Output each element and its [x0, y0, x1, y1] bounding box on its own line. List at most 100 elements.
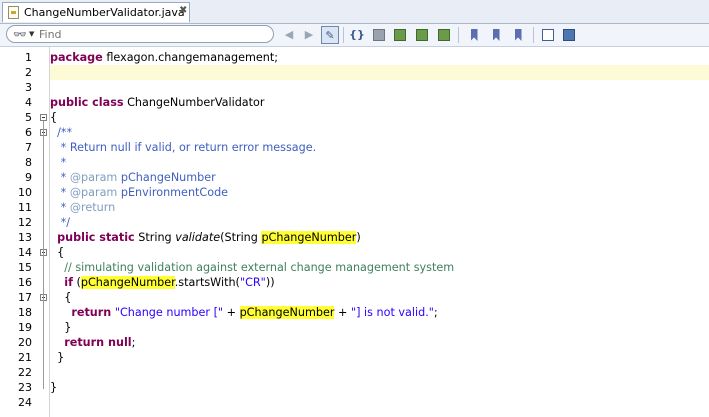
- line-number: 12: [18, 216, 32, 229]
- next-bookmark-icon[interactable]: [509, 26, 527, 44]
- code-line[interactable]: package flexagon.changemanagement;: [50, 50, 709, 65]
- code-token: pChangeNumber: [117, 171, 216, 184]
- code-line[interactable]: * @param pEnvironmentCode: [50, 185, 709, 200]
- code-token: }: [50, 321, 72, 334]
- code-token: *: [50, 201, 70, 214]
- code-line[interactable]: return null;: [50, 335, 709, 350]
- tab-changenumbervalidator[interactable]: ChangeNumberValidator.java ✖: [2, 2, 190, 22]
- toolbar-separator: [533, 27, 534, 43]
- code-token: pEnvironmentCode: [117, 186, 229, 199]
- shift-right-icon[interactable]: [391, 26, 409, 44]
- maximize-window-icon[interactable]: [560, 26, 578, 44]
- code-line[interactable]: // simulating validation against externa…: [50, 260, 709, 275]
- code-line[interactable]: {: [50, 290, 709, 305]
- code-line[interactable]: */: [50, 215, 709, 230]
- code-line[interactable]: public class ChangeNumberValidator: [50, 95, 709, 110]
- code-token: pChangeNumber: [80, 276, 175, 289]
- close-icon[interactable]: ✖: [179, 5, 187, 16]
- code-token: public class: [50, 96, 124, 109]
- code-line[interactable]: * @param pChangeNumber: [50, 170, 709, 185]
- code-line[interactable]: }: [50, 320, 709, 335]
- code-area[interactable]: package flexagon.changemanagement; public…: [50, 47, 709, 417]
- braces-icon[interactable]: {}: [348, 26, 366, 44]
- code-token: @param: [69, 171, 118, 184]
- code-token: (String: [220, 231, 262, 244]
- code-token: ): [356, 231, 361, 244]
- line-number: 22: [18, 366, 32, 379]
- toolbar-separator: [458, 27, 459, 43]
- code-line[interactable]: /**: [50, 125, 709, 140]
- line-number: 2: [25, 66, 32, 79]
- line-number: 23: [18, 381, 32, 394]
- chevron-down-icon[interactable]: ▼: [29, 30, 34, 38]
- code-line[interactable]: * @return: [50, 200, 709, 215]
- shift-left-icon[interactable]: [370, 26, 388, 44]
- code-token: *: [50, 186, 70, 199]
- code-token: flexagon.changemanagement;: [102, 51, 279, 64]
- code-line[interactable]: * Return null if valid, or return error …: [50, 140, 709, 155]
- code-editor[interactable]: 1 2 3 4 5 6 7 8 9 10 11 12 13 14 15 16 17 18 19 20 21 22 23 24 …: [0, 47, 709, 417]
- code-line[interactable]: {: [50, 245, 709, 260]
- code-line[interactable]: }: [50, 380, 709, 395]
- code-token: ChangeNumberValidator: [123, 96, 265, 109]
- fold-guide: [43, 136, 44, 224]
- comment-icon[interactable]: [413, 26, 431, 44]
- line-number: 10: [18, 186, 32, 199]
- code-token: (: [72, 276, 81, 289]
- line-number-gutter: 1 2 3 4 5 6 7 8 9 10 11 12 13 14 15 16 17 18 19 20 21 22 23 24: [0, 47, 36, 417]
- code-line[interactable]: [50, 395, 709, 410]
- code-token: public static: [57, 231, 135, 244]
- toolbar-separator: [343, 27, 344, 43]
- find-input[interactable]: [39, 27, 269, 41]
- split-window-icon[interactable]: [539, 26, 557, 44]
- code-token: *: [50, 171, 70, 184]
- code-token: // simulating validation against externa…: [64, 261, 455, 274]
- fold-collapse-icon[interactable]: [40, 114, 47, 121]
- code-line[interactable]: [50, 65, 709, 80]
- code-token: ;: [131, 336, 136, 349]
- line-number: 8: [25, 156, 32, 169]
- code-line[interactable]: [50, 80, 709, 95]
- line-number: 18: [18, 306, 32, 319]
- code-token: "] is not valid.": [350, 306, 434, 319]
- line-number: 20: [18, 336, 32, 349]
- code-token: return null: [64, 336, 132, 349]
- code-line[interactable]: [50, 365, 709, 380]
- previous-bookmark-icon[interactable]: [487, 26, 505, 44]
- code-token: * Return null if valid, or return error …: [50, 141, 317, 154]
- line-number: 9: [25, 171, 32, 184]
- code-token: {: [50, 291, 72, 304]
- code-token: String: [134, 231, 176, 244]
- code-line[interactable]: {: [50, 110, 709, 125]
- line-number: 5: [25, 111, 32, 124]
- code-token: }: [50, 381, 58, 394]
- code-token: pChangeNumber: [239, 306, 335, 319]
- line-number: 15: [18, 261, 32, 274]
- java-file-icon: [8, 6, 19, 19]
- code-line[interactable]: return "Change number [" + pChangeNumber…: [50, 305, 709, 320]
- find-box[interactable]: 👓 ▼: [6, 25, 274, 43]
- previous-occurrence-icon[interactable]: ◀: [280, 26, 298, 44]
- uncomment-icon[interactable]: [435, 26, 453, 44]
- code-token: *: [50, 156, 67, 169]
- code-token: }: [50, 351, 65, 364]
- code-token: validate: [175, 231, 221, 244]
- code-token: {: [50, 111, 58, 124]
- code-token: {: [50, 246, 65, 259]
- binoculars-icon: 👓: [13, 28, 27, 41]
- code-line[interactable]: public static String validate(String pCh…: [50, 230, 709, 245]
- next-occurrence-icon[interactable]: ▶: [300, 26, 318, 44]
- toggle-highlight-icon[interactable]: ✎: [321, 26, 339, 44]
- line-number: 4: [25, 96, 32, 109]
- code-line[interactable]: *: [50, 155, 709, 170]
- code-token: )): [265, 276, 275, 289]
- code-token: .startsWith(: [174, 276, 240, 289]
- code-line[interactable]: if (pChangeNumber.startsWith("CR")): [50, 275, 709, 290]
- code-line[interactable]: }: [50, 350, 709, 365]
- line-number: 16: [18, 276, 32, 289]
- bookmark-icon[interactable]: [465, 26, 483, 44]
- line-number: 24: [18, 396, 32, 409]
